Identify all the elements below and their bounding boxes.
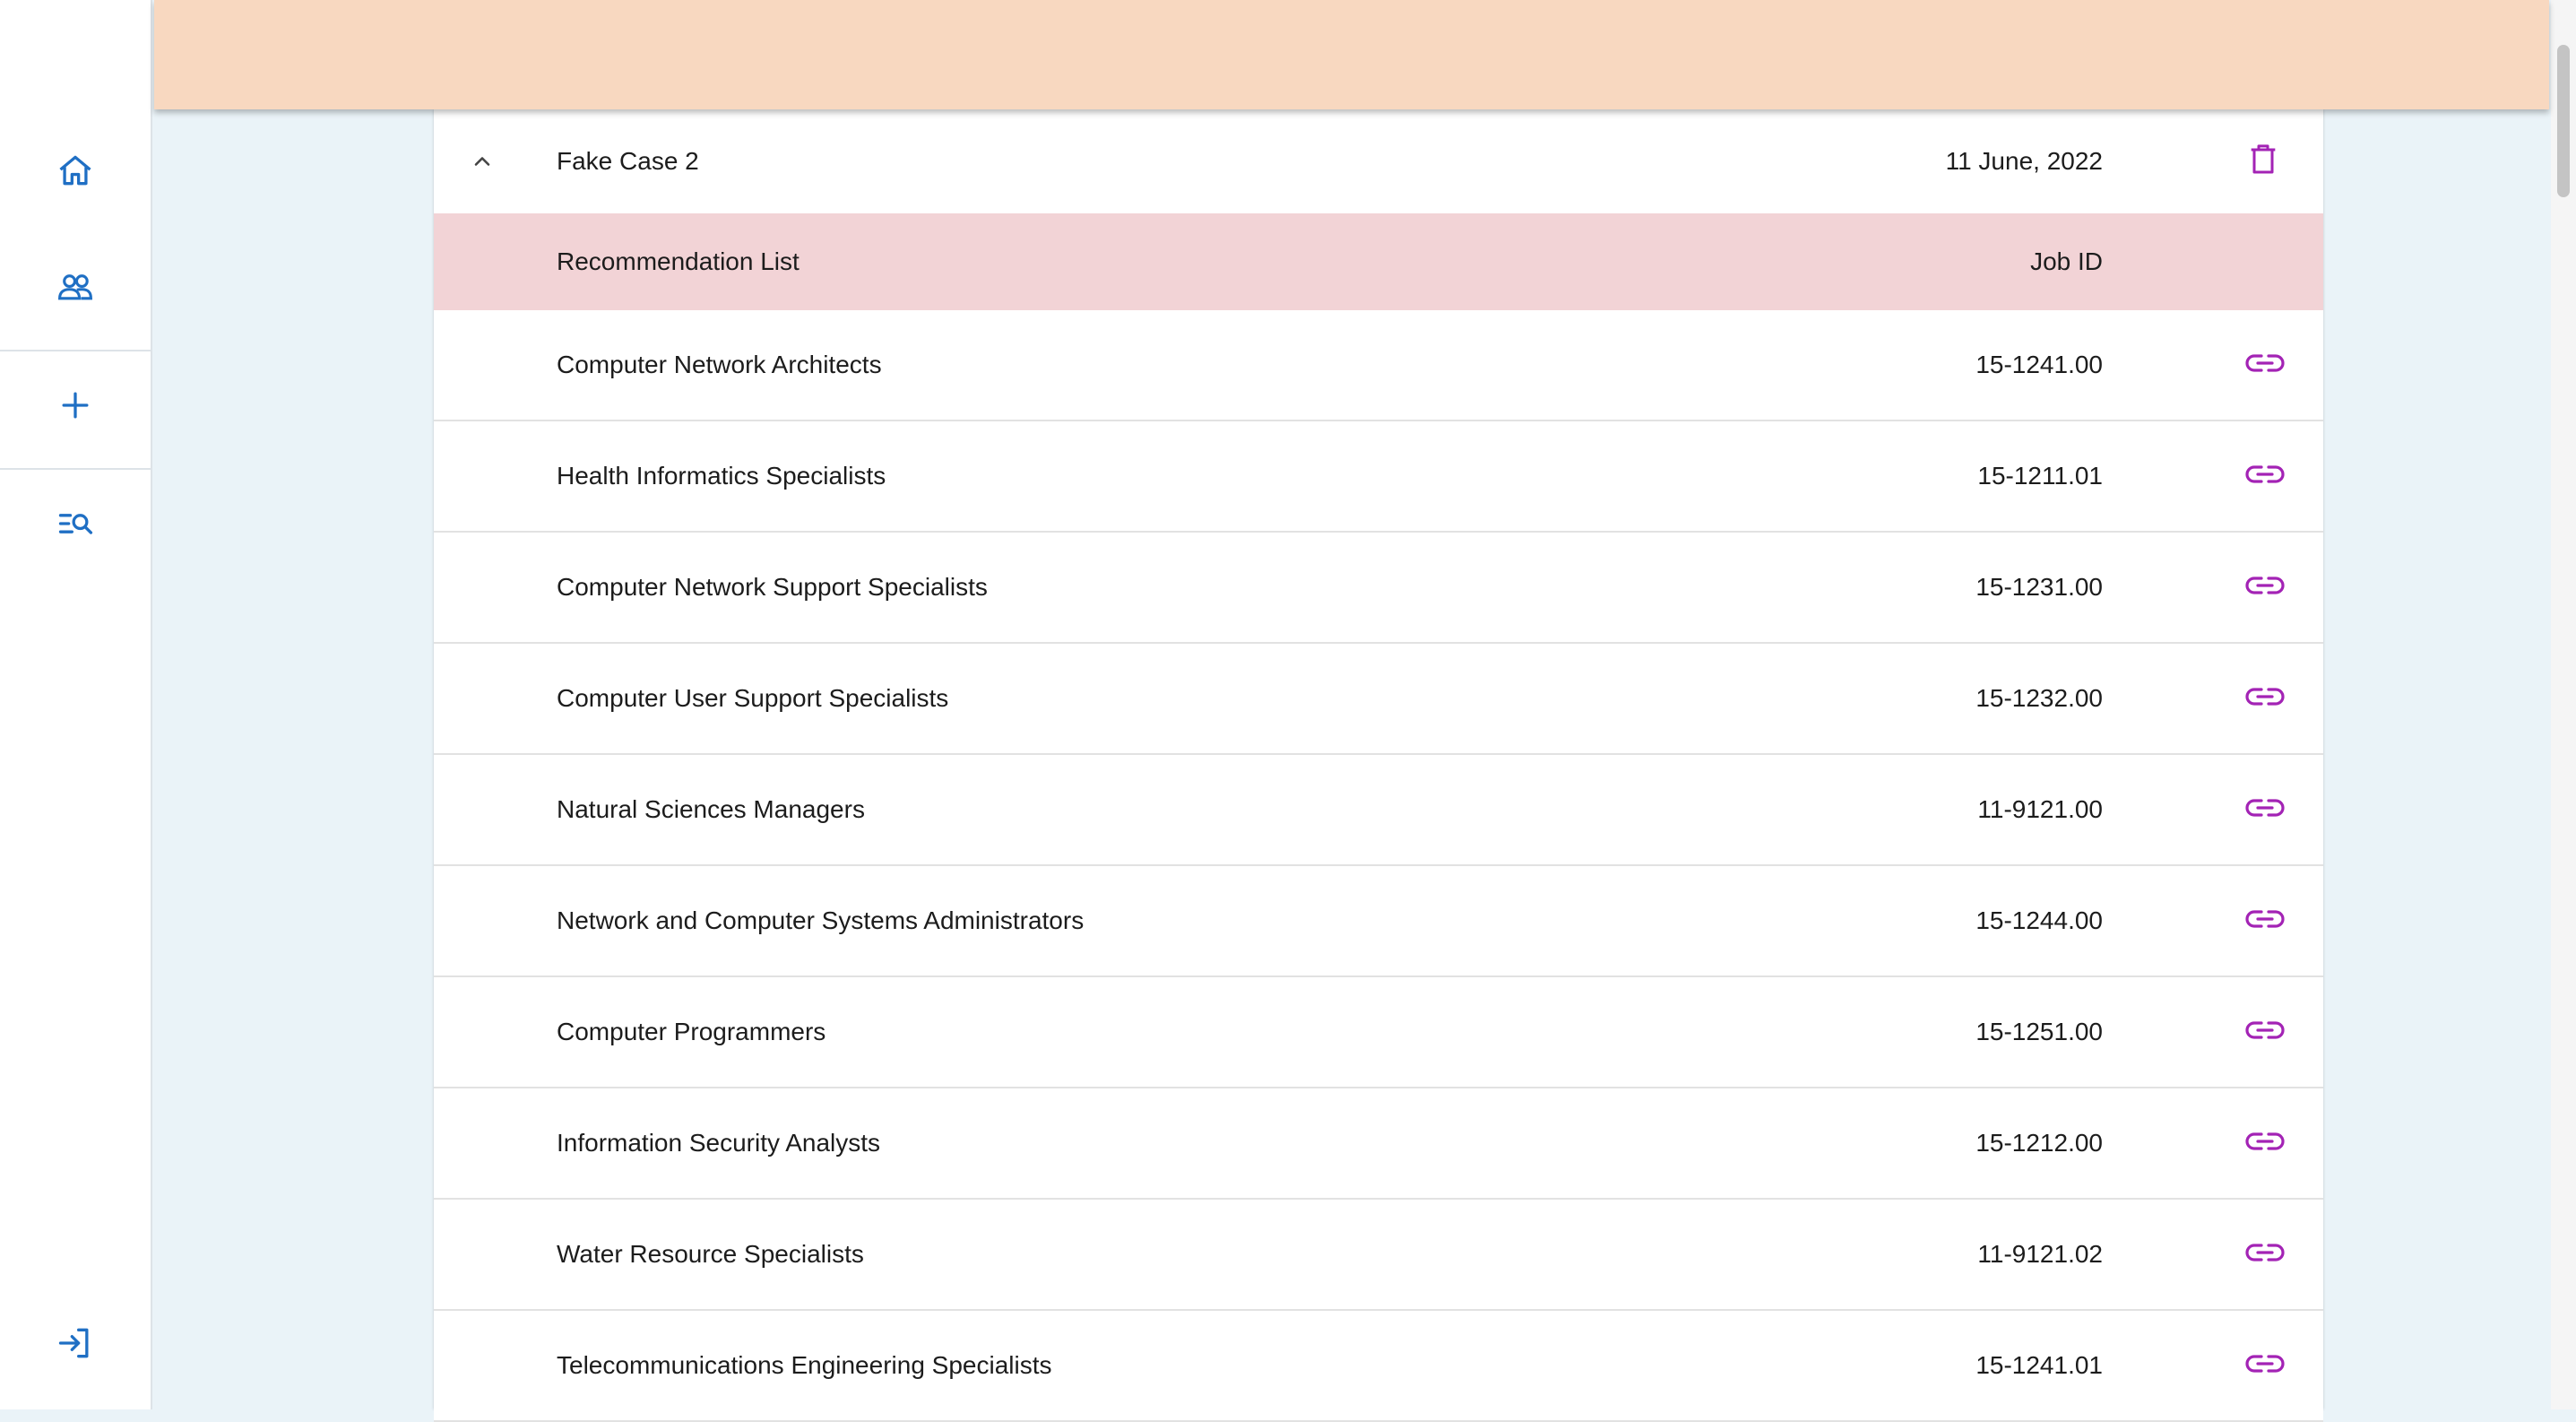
job-title: Health Informatics Specialists	[557, 462, 886, 490]
sidebar-item-add[interactable]	[0, 369, 151, 441]
home-icon	[59, 155, 91, 186]
link-icon	[2245, 1244, 2285, 1262]
job-id: 15-1244.00	[1975, 906, 2103, 934]
job-id: 15-1251.00	[1975, 1018, 2103, 1045]
link-icon	[2245, 1132, 2285, 1150]
sidebar	[0, 0, 152, 1409]
column-header-title: Recommendation List	[557, 247, 800, 275]
job-title: Computer Network Architects	[557, 351, 882, 378]
job-id: 15-1211.01	[1977, 462, 2103, 490]
link-icon	[2245, 799, 2285, 817]
link-icon	[2245, 910, 2285, 928]
job-title: Information Security Analysts	[557, 1129, 881, 1157]
open-link-button[interactable]	[2243, 1343, 2287, 1384]
job-id: 15-1232.00	[1975, 684, 2103, 712]
column-header-job-id: Job ID	[2030, 247, 2103, 275]
login-icon	[58, 1328, 89, 1358]
list-search-icon	[58, 514, 93, 534]
table-row: Information Security Analysts 15-1212.00	[434, 1088, 2323, 1200]
open-link-button[interactable]	[2243, 1232, 2287, 1273]
job-id: 11-9121.00	[1977, 795, 2103, 823]
job-id: 15-1241.01	[1975, 1351, 2103, 1379]
recommendation-list-header: Recommendation List Job ID	[434, 213, 2323, 310]
recommendation-list: Computer Network Architects 15-1241.00 Hea…	[434, 310, 2323, 1422]
link-icon	[2245, 1021, 2285, 1039]
open-link-button[interactable]	[2243, 342, 2287, 384]
job-id: 15-1231.00	[1975, 573, 2103, 601]
table-row: Telecommunications Engineering Specialis…	[434, 1311, 2323, 1422]
job-title: Natural Sciences Managers	[557, 795, 865, 823]
link-icon	[2245, 1355, 2285, 1373]
table-row: Computer Network Support Specialists 15-1…	[434, 533, 2323, 644]
link-icon	[2245, 688, 2285, 706]
case-panel: Fake Case 2 11 June, 2022 Recommendation…	[434, 109, 2323, 1422]
link-icon	[2245, 465, 2285, 483]
top-header	[154, 0, 2549, 109]
chevron-up-icon	[474, 157, 490, 166]
scrollbar-track[interactable]	[2551, 0, 2576, 1409]
scrollbar-thumb[interactable]	[2557, 45, 2570, 197]
table-row: Natural Sciences Managers 11-9121.00	[434, 755, 2323, 866]
sidebar-item-home[interactable]	[0, 134, 151, 206]
job-title: Computer Programmers	[557, 1018, 826, 1045]
table-row: Water Resource Specialists 11-9121.02	[434, 1200, 2323, 1311]
case-date: 11 June, 2022	[1945, 147, 2103, 175]
table-row: Health Informatics Specialists 15-1211.01	[434, 421, 2323, 533]
table-row: Computer User Support Specialists 15-1232…	[434, 644, 2323, 755]
sidebar-item-clients[interactable]	[0, 251, 151, 323]
job-id: 15-1212.00	[1975, 1129, 2103, 1157]
open-link-button[interactable]	[2243, 1010, 2287, 1051]
job-title: Network and Computer Systems Administrat…	[557, 906, 1085, 934]
job-id: 15-1241.00	[1975, 351, 2103, 378]
open-link-button[interactable]	[2243, 787, 2287, 828]
job-title: Telecommunications Engineering Specialis…	[557, 1351, 1052, 1379]
table-row: Computer Programmers 15-1251.00	[434, 977, 2323, 1088]
table-row: Computer Network Architects 15-1241.00	[434, 310, 2323, 421]
link-icon	[2245, 577, 2285, 594]
plus-icon	[62, 392, 89, 419]
open-link-button[interactable]	[2243, 454, 2287, 495]
collapse-button[interactable]	[464, 143, 500, 179]
table-row: Network and Computer Systems Administrat…	[434, 866, 2323, 977]
sidebar-item-login[interactable]	[0, 1307, 151, 1379]
case-name: Fake Case 2	[557, 147, 699, 175]
open-link-button[interactable]	[2243, 1121, 2287, 1162]
job-title: Computer Network Support Specialists	[557, 573, 988, 601]
open-link-button[interactable]	[2243, 676, 2287, 717]
delete-case-button[interactable]	[2239, 134, 2287, 183]
job-id: 11-9121.02	[1977, 1240, 2103, 1268]
people-icon	[58, 274, 92, 300]
open-link-button[interactable]	[2243, 898, 2287, 940]
open-link-button[interactable]	[2243, 565, 2287, 606]
sidebar-divider	[0, 468, 151, 470]
link-icon	[2245, 354, 2285, 372]
case-row[interactable]: Fake Case 2 11 June, 2022	[434, 109, 2323, 213]
job-title: Computer User Support Specialists	[557, 684, 949, 712]
job-title: Water Resource Specialists	[557, 1240, 864, 1268]
sidebar-item-search-list[interactable]	[0, 488, 151, 559]
trash-icon	[2251, 144, 2276, 174]
sidebar-divider	[0, 350, 151, 351]
